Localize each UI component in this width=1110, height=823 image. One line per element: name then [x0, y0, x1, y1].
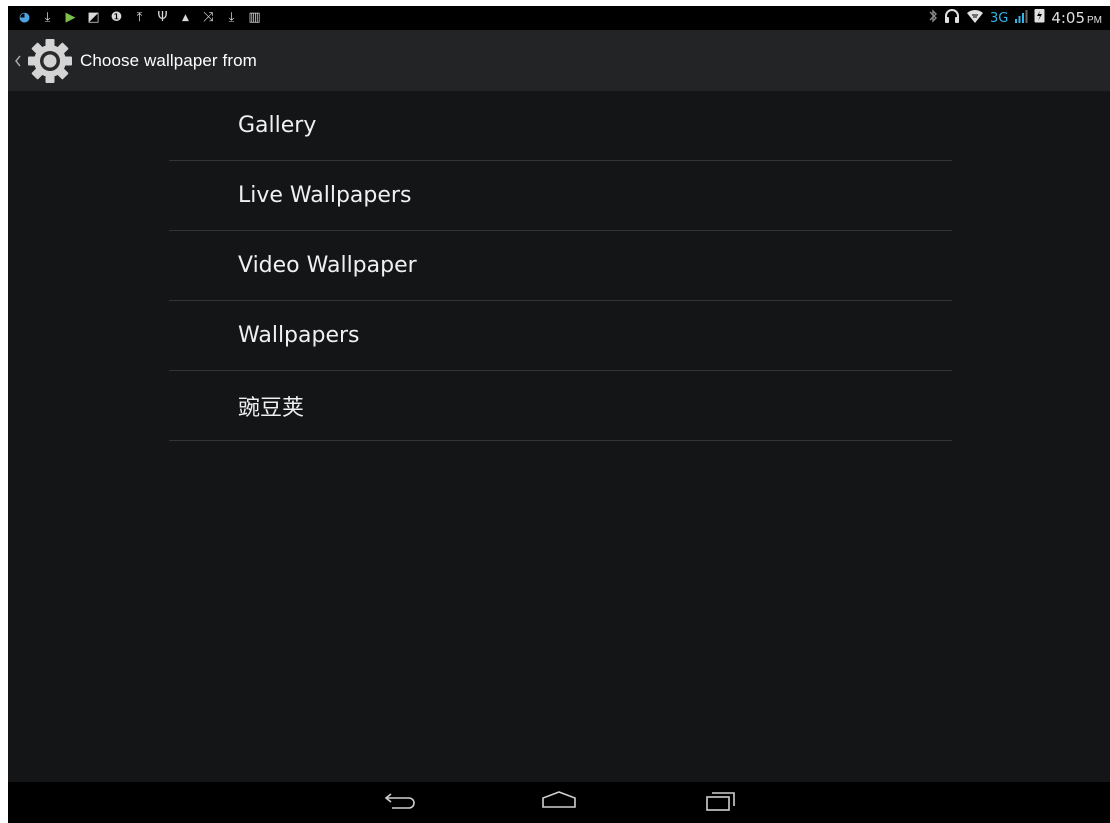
- wifi-icon: [966, 8, 984, 29]
- status-bar: ◕ ⤓ ▶ ◩ ❶ ⤒ Ψ ▲ ⤨ ⤓ ▥ 3G 4:05 PM: [8, 6, 1110, 30]
- wallpaper-source-list: Gallery Live Wallpapers Video Wallpaper …: [169, 91, 952, 441]
- chevron-left-icon[interactable]: [12, 54, 24, 68]
- action-bar: Choose wallpaper from: [8, 30, 1110, 91]
- network-type-label: 3G: [989, 10, 1009, 26]
- notification-app-icon: ◕: [18, 10, 31, 25]
- list-item-label: Wallpapers: [238, 323, 360, 348]
- play-store-icon: ▶: [65, 10, 76, 25]
- missed-call-icon: ⤨: [203, 10, 214, 25]
- clock-ampm: PM: [1087, 14, 1102, 26]
- home-button[interactable]: [529, 782, 589, 823]
- upload-icon: ⤒: [136, 10, 143, 25]
- list-item-wandoujia[interactable]: 豌豆荚: [169, 371, 952, 441]
- recents-icon: [703, 788, 737, 817]
- clock: 4:05 PM: [1051, 9, 1102, 28]
- page-title: Choose wallpaper from: [80, 50, 257, 70]
- clock-time: 4:05: [1051, 8, 1085, 27]
- bluetooth-icon: [928, 8, 938, 29]
- list-item-label: Gallery: [238, 113, 317, 138]
- alert-icon: ❶: [110, 10, 123, 25]
- usb-icon: Ψ: [157, 10, 168, 25]
- list-item-gallery[interactable]: Gallery: [169, 91, 952, 161]
- list-item-label: Video Wallpaper: [238, 253, 417, 278]
- signal-icon: [1014, 9, 1028, 28]
- gear-icon[interactable]: [26, 37, 74, 85]
- image-icon: ◩: [87, 10, 100, 25]
- home-icon: [539, 789, 579, 816]
- back-button[interactable]: [370, 782, 430, 823]
- list-item-live-wallpapers[interactable]: Live Wallpapers: [169, 161, 952, 231]
- barcode-icon: ▥: [248, 10, 261, 25]
- list-item-label: Live Wallpapers: [238, 183, 412, 208]
- download-icon: ⤓: [228, 10, 235, 25]
- battery-icon: [1034, 8, 1045, 28]
- android-screen: ◕ ⤓ ▶ ◩ ❶ ⤒ Ψ ▲ ⤨ ⤓ ▥ 3G 4:05 PM Choose …: [8, 6, 1110, 823]
- list-item-label: 豌豆荚: [238, 395, 305, 421]
- list-item-video-wallpaper[interactable]: Video Wallpaper: [169, 231, 952, 301]
- download-icon: ⤓: [44, 10, 51, 25]
- navigation-bar: [8, 782, 1110, 823]
- headphones-icon: [944, 8, 960, 29]
- lock-icon: ▲: [182, 13, 189, 23]
- notification-icons: ◕ ⤓ ▶ ◩ ❶ ⤒ Ψ ▲ ⤨ ⤓ ▥: [18, 6, 261, 30]
- system-icons: 3G 4:05 PM: [928, 6, 1102, 30]
- back-icon: [382, 789, 418, 816]
- list-item-wallpapers[interactable]: Wallpapers: [169, 301, 952, 371]
- recents-button[interactable]: [690, 782, 750, 823]
